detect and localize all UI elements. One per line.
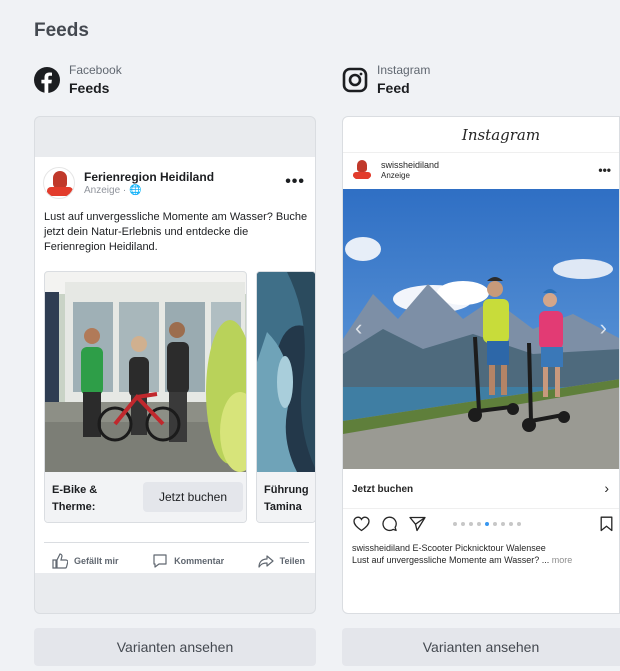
carousel-card[interactable]: E-Bike & Therme: Jetzt buchen bbox=[44, 271, 247, 523]
like-button[interactable]: Gefällt mir bbox=[52, 552, 119, 569]
instagram-placement-header: Instagram Feed bbox=[342, 63, 430, 98]
instagram-placement-label: Feed bbox=[377, 80, 410, 96]
instagram-top-bar: Instagram bbox=[343, 117, 619, 153]
heart-icon[interactable] bbox=[353, 516, 370, 532]
carousel-card-title: Führung Tamina bbox=[264, 484, 309, 513]
instagram-platform-label: Instagram bbox=[377, 63, 431, 77]
facebook-logo-icon bbox=[34, 67, 60, 93]
carousel-indicator bbox=[453, 522, 521, 526]
comment-button[interactable]: Kommentar bbox=[152, 553, 224, 569]
carousel-next-icon[interactable]: › bbox=[600, 315, 607, 341]
facebook-placement-label: Feeds bbox=[69, 80, 110, 96]
jetzt-buchen-button[interactable]: Jetzt buchen bbox=[143, 482, 243, 512]
instagram-caption: swissheidiland E-Scooter Picknicktour Wa… bbox=[352, 542, 614, 566]
carousel-image-tamina bbox=[257, 272, 315, 472]
instagram-feed-preview: Instagram swissheidiland Anzeige ••• ‹ ›… bbox=[342, 116, 620, 614]
more-options-icon[interactable]: ••• bbox=[598, 163, 611, 177]
ad-image-escooter bbox=[343, 189, 619, 469]
page-avatar[interactable] bbox=[43, 167, 75, 199]
page-name[interactable]: Ferienregion Heidiland bbox=[84, 170, 214, 185]
carousel-card-footer: E-Bike & Therme: Jetzt buchen bbox=[45, 472, 246, 522]
comment-icon[interactable] bbox=[381, 516, 398, 532]
carousel-card-footer: Führung Tamina bbox=[257, 472, 315, 522]
caption-line-2: Lust auf unvergessliche Momente am Wasse… bbox=[352, 555, 550, 565]
comment-icon bbox=[153, 553, 167, 568]
username[interactable]: swissheidiland bbox=[381, 160, 439, 171]
instagram-cta-bar[interactable]: Jetzt buchen › bbox=[343, 469, 619, 509]
facebook-ad-card: Ferienregion Heidiland Anzeige · 🌐 ••• L… bbox=[35, 157, 315, 573]
carousel-card[interactable]: Führung Tamina bbox=[256, 271, 315, 523]
carousel-card-title: E-Bike & Therme: bbox=[52, 484, 98, 513]
sponsored-label: Anzeige · 🌐 bbox=[84, 185, 142, 196]
facebook-platform-label: Facebook bbox=[69, 63, 122, 77]
facebook-ad-header: Ferienregion Heidiland Anzeige · 🌐 bbox=[43, 167, 214, 199]
send-icon[interactable] bbox=[409, 516, 426, 532]
facebook-feed-preview: Ferienregion Heidiland Anzeige · 🌐 ••• L… bbox=[34, 116, 316, 614]
comment-label: Kommentar bbox=[174, 555, 225, 566]
like-label: Gefällt mir bbox=[74, 555, 119, 566]
thumbs-up-icon bbox=[52, 552, 68, 569]
page-title: Feeds bbox=[34, 20, 89, 41]
cta-label: Jetzt buchen bbox=[352, 484, 414, 495]
view-variants-facebook-button[interactable]: Varianten ansehen bbox=[34, 628, 316, 666]
share-button[interactable]: Teilen bbox=[258, 553, 305, 569]
more-options-icon[interactable]: ••• bbox=[285, 173, 305, 191]
facebook-placement-header: Facebook Feeds bbox=[34, 63, 122, 98]
carousel-image-ebike bbox=[45, 272, 246, 472]
share-label: Teilen bbox=[279, 555, 305, 566]
bookmark-icon[interactable] bbox=[600, 516, 613, 532]
profile-avatar[interactable] bbox=[351, 159, 373, 181]
instagram-ad-header: swissheidiland Anzeige bbox=[351, 159, 439, 181]
ad-primary-text: Lust auf unvergessliche Momente am Wasse… bbox=[44, 211, 308, 253]
instagram-action-bar bbox=[351, 514, 613, 536]
instagram-wordmark: Instagram bbox=[461, 126, 541, 144]
instagram-logo-icon bbox=[342, 67, 368, 93]
sponsored-label: Anzeige bbox=[381, 171, 410, 180]
share-icon bbox=[258, 554, 274, 568]
carousel-prev-icon[interactable]: ‹ bbox=[355, 315, 362, 341]
view-variants-instagram-button[interactable]: Varianten ansehen bbox=[342, 628, 620, 666]
chevron-right-icon: › bbox=[604, 480, 609, 496]
caption-line-1: swissheidiland E-Scooter Picknicktour Wa… bbox=[352, 543, 546, 553]
reaction-bar: Gefällt mir Kommentar Teilen bbox=[44, 542, 309, 572]
more-link[interactable]: more bbox=[552, 555, 573, 565]
